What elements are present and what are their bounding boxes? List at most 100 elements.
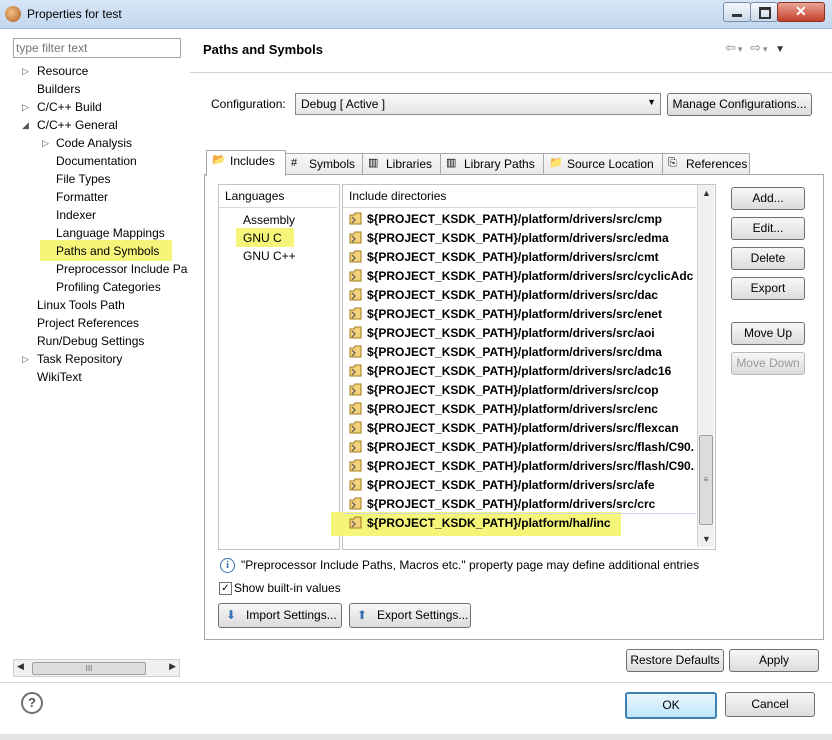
filter-input[interactable]: [13, 38, 181, 58]
tab-icon: 📂: [212, 154, 226, 166]
scroll-up-icon[interactable]: ▲: [702, 188, 711, 198]
add-button[interactable]: Add...: [731, 187, 805, 210]
include-directory-row[interactable]: ${PROJECT_KSDK_PATH}/platform/drivers/sr…: [347, 400, 695, 419]
include-directory-row[interactable]: ${PROJECT_KSDK_PATH}/platform/drivers/sr…: [347, 476, 695, 495]
move-down-button[interactable]: Move Down: [731, 352, 805, 375]
tab-includes[interactable]: 📂 Includes: [206, 150, 286, 176]
collapsed-arrow-icon[interactable]: ▷: [22, 102, 29, 113]
back-menu-icon[interactable]: ▾: [738, 44, 745, 54]
tree-item[interactable]: Linux Tools Path: [37, 296, 125, 314]
move-up-button[interactable]: Move Up: [731, 322, 805, 345]
minimize-button[interactable]: [723, 2, 751, 22]
tab-label: References: [686, 157, 748, 171]
include-directory-row[interactable]: ${PROJECT_KSDK_PATH}/platform/drivers/sr…: [347, 324, 695, 343]
include-directory-row[interactable]: ${PROJECT_KSDK_PATH}/platform/drivers/sr…: [347, 438, 695, 457]
tree-item[interactable]: Code Analysis: [56, 134, 132, 152]
folder-include-icon: [349, 307, 363, 320]
ok-button[interactable]: OK: [625, 692, 717, 719]
tab-references[interactable]: ⎘ References: [662, 153, 750, 175]
delete-button[interactable]: Delete: [731, 247, 805, 270]
include-directory-row[interactable]: ${PROJECT_KSDK_PATH}/platform/drivers/sr…: [347, 248, 695, 267]
collapsed-arrow-icon[interactable]: ▷: [22, 354, 29, 365]
include-directory-row[interactable]: ${PROJECT_KSDK_PATH}/platform/drivers/sr…: [347, 305, 695, 324]
include-directory-row[interactable]: ${PROJECT_KSDK_PATH}/platform/drivers/sr…: [347, 210, 695, 229]
tab-icon: ▥: [446, 157, 457, 169]
edit-button[interactable]: Edit...: [731, 217, 805, 240]
tab-source-location[interactable]: 📁 Source Location: [543, 153, 663, 175]
scroll-left-icon[interactable]: ◀: [17, 661, 24, 672]
expanded-arrow-icon[interactable]: ◢: [22, 120, 29, 131]
back-arrow-icon[interactable]: ⇦: [725, 40, 738, 55]
tree-item[interactable]: Profiling Categories: [56, 278, 161, 296]
tree-item[interactable]: Documentation: [56, 152, 137, 170]
language-item[interactable]: GNU C++: [243, 249, 296, 263]
help-icon[interactable]: ?: [21, 692, 43, 714]
import-settings-button[interactable]: ⬇ Import Settings...: [218, 603, 342, 628]
scroll-thumb[interactable]: III: [32, 662, 146, 675]
tab-symbols[interactable]: # Symbols: [285, 153, 363, 175]
include-directory-path: ${PROJECT_KSDK_PATH}/platform/drivers/sr…: [367, 307, 662, 321]
language-item[interactable]: Assembly: [243, 213, 295, 227]
tree-item[interactable]: C/C++ Build: [37, 98, 102, 116]
tree-item[interactable]: Resource: [37, 62, 88, 80]
tree-horizontal-scrollbar[interactable]: ◀ III ▶: [13, 659, 180, 677]
tree-item[interactable]: Project References: [37, 314, 139, 332]
configuration-select[interactable]: Debug [ Active ] ▼: [295, 93, 661, 115]
scroll-right-icon[interactable]: ▶: [169, 661, 176, 672]
includes-vertical-scrollbar[interactable]: ▲ ≡ ▼: [697, 185, 714, 547]
forward-arrow-icon[interactable]: ⇨: [750, 40, 763, 55]
include-directory-row[interactable]: ${PROJECT_KSDK_PATH}/platform/drivers/sr…: [347, 362, 695, 381]
show-builtin-label[interactable]: Show built-in values: [234, 581, 341, 595]
include-directory-row[interactable]: ${PROJECT_KSDK_PATH}/platform/hal/inc: [347, 514, 695, 533]
close-button[interactable]: ✕: [777, 2, 825, 22]
scroll-down-icon[interactable]: ▼: [702, 534, 711, 544]
tree-item[interactable]: Preprocessor Include Pa: [56, 260, 187, 278]
include-directory-row[interactable]: ${PROJECT_KSDK_PATH}/platform/drivers/sr…: [347, 267, 695, 286]
tree-item[interactable]: Task Repository: [37, 350, 122, 368]
tab-libraries[interactable]: ▥ Libraries: [362, 153, 441, 175]
include-directory-path: ${PROJECT_KSDK_PATH}/platform/drivers/sr…: [367, 364, 672, 378]
tree-item[interactable]: WikiText: [37, 368, 82, 386]
forward-menu-icon[interactable]: ▾: [763, 44, 770, 54]
language-item[interactable]: GNU C: [243, 231, 282, 245]
navigation-arrows[interactable]: ⇦▾ ⇨▾ ▼: [725, 40, 787, 56]
include-directory-row[interactable]: ${PROJECT_KSDK_PATH}/platform/drivers/sr…: [347, 419, 695, 438]
folder-include-icon: [349, 497, 363, 510]
tree-item[interactable]: C/C++ General: [37, 116, 118, 134]
folder-include-icon: [349, 383, 363, 396]
import-icon: ⬇: [226, 608, 237, 622]
manage-configurations-button[interactable]: Manage Configurations...: [667, 93, 812, 116]
tree-item[interactable]: Language Mappings: [56, 224, 165, 242]
tree-item[interactable]: Indexer: [56, 206, 96, 224]
collapsed-arrow-icon[interactable]: ▷: [42, 138, 49, 149]
maximize-button[interactable]: [750, 2, 778, 22]
include-directory-row[interactable]: ${PROJECT_KSDK_PATH}/platform/drivers/sr…: [347, 229, 695, 248]
export-settings-button[interactable]: ⬆ Export Settings...: [349, 603, 471, 628]
include-directory-row[interactable]: ${PROJECT_KSDK_PATH}/platform/drivers/sr…: [347, 343, 695, 362]
tree-item[interactable]: Builders: [37, 80, 80, 98]
tree-item[interactable]: Run/Debug Settings: [37, 332, 144, 350]
window-title: Properties for test: [27, 7, 122, 21]
scroll-thumb[interactable]: ≡: [699, 435, 713, 525]
tree-item[interactable]: Formatter: [56, 188, 108, 206]
include-directory-row[interactable]: ${PROJECT_KSDK_PATH}/platform/drivers/sr…: [347, 457, 695, 476]
include-directory-row[interactable]: ${PROJECT_KSDK_PATH}/platform/drivers/sr…: [347, 286, 695, 305]
import-settings-label: Import Settings...: [246, 608, 337, 622]
show-builtin-checkbox[interactable]: ✓: [219, 582, 232, 595]
tree-item[interactable]: Paths and Symbols: [56, 242, 159, 260]
tab-library-paths[interactable]: ▥ Library Paths: [440, 153, 544, 175]
include-directory-row[interactable]: ${PROJECT_KSDK_PATH}/platform/drivers/sr…: [347, 495, 695, 514]
footer-separator: [0, 682, 832, 683]
header-separator: [190, 72, 832, 73]
collapsed-arrow-icon[interactable]: ▷: [22, 66, 29, 77]
view-menu-icon[interactable]: ▼: [775, 44, 787, 55]
include-directory-row[interactable]: ${PROJECT_KSDK_PATH}/platform/drivers/sr…: [347, 381, 695, 400]
cancel-button[interactable]: Cancel: [725, 692, 815, 717]
chevron-down-icon: ▼: [647, 97, 656, 107]
apply-button[interactable]: Apply: [729, 649, 819, 672]
tab-label: Includes: [230, 154, 275, 168]
export-button[interactable]: Export: [731, 277, 805, 300]
tree-item[interactable]: File Types: [56, 170, 110, 188]
include-directory-path: ${PROJECT_KSDK_PATH}/platform/drivers/sr…: [367, 478, 655, 492]
restore-defaults-button[interactable]: Restore Defaults: [626, 649, 724, 672]
